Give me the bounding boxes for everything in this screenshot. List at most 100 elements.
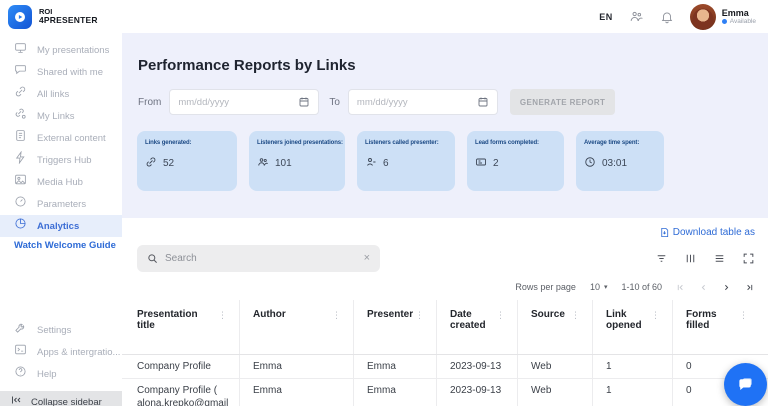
user-menu[interactable]: Emma Available — [689, 3, 756, 30]
sidebar-item-my-links[interactable]: My Links — [0, 105, 122, 127]
to-date-input[interactable] — [356, 96, 477, 108]
status-dot — [721, 19, 727, 25]
question-icon — [14, 365, 27, 383]
sidebar-item-parameters[interactable]: Parameters — [0, 193, 122, 215]
report-header-panel: Performance Reports by Links From To GEN… — [122, 33, 768, 218]
search-box[interactable]: × — [137, 245, 380, 272]
collapse-icon — [10, 393, 22, 406]
avatar[interactable] — [689, 3, 716, 30]
pie-chart-icon — [14, 217, 27, 235]
app-window: ROI 4PRESENTER My presentations Shared w… — [0, 0, 768, 406]
column-menu-icon[interactable]: ⋮ — [651, 309, 660, 322]
to-date-field[interactable] — [347, 89, 498, 115]
chat-bubble-icon — [739, 378, 752, 391]
sidebar-item-my-presentations[interactable]: My presentations — [0, 39, 122, 61]
stat-value: 52 — [163, 158, 175, 169]
sidebar-item-help[interactable]: Help — [0, 363, 122, 385]
first-page-button[interactable] — [676, 283, 685, 292]
clear-search-icon[interactable]: × — [364, 253, 370, 264]
next-page-button[interactable] — [722, 283, 731, 292]
download-file-icon — [661, 227, 668, 238]
user-name: Emma — [721, 7, 749, 18]
download-table-link[interactable]: Download table as — [659, 226, 755, 239]
sidebar-nav: My presentations Shared with me All link… — [0, 39, 122, 237]
brand-name: ROI 4PRESENTER — [39, 7, 98, 26]
column-menu-icon[interactable]: ⋮ — [496, 309, 505, 322]
column-header-link-opened: Link opened ⋮ — [593, 300, 673, 354]
document-icon — [14, 129, 27, 147]
rows-per-page-select[interactable]: 10 ▾ — [590, 282, 608, 292]
stat-card-links-generated: Links generated: 52 — [137, 131, 237, 191]
link-person-icon — [14, 107, 27, 125]
sidebar-item-triggers-hub[interactable]: Triggers Hub — [0, 149, 122, 171]
stat-value: 03:01 — [602, 158, 628, 169]
prev-page-button[interactable] — [699, 283, 708, 292]
column-menu-icon[interactable]: ⋮ — [415, 309, 424, 322]
team-icon[interactable] — [629, 9, 644, 24]
sidebar-item-all-links[interactable]: All links — [0, 83, 122, 105]
date-filter-row: From To GENERATE REPORT — [138, 89, 768, 115]
sidebar-item-media-hub[interactable]: Media Hub — [0, 171, 122, 193]
presentation-icon — [14, 41, 27, 59]
table-toolbar: × — [122, 245, 768, 272]
image-icon — [14, 173, 27, 191]
table-header: Presentation title ⋮ Author ⋮ Presenter ⋮ D… — [122, 300, 768, 355]
table-row[interactable]: Company Profile Emma Emma 2023-09-13 Web… — [122, 355, 768, 379]
pagination: Rows per page 10 ▾ 1-10 of 60 — [122, 272, 768, 292]
sidebar: ROI 4PRESENTER My presentations Shared w… — [0, 0, 122, 406]
stat-value: 6 — [383, 158, 389, 169]
topbar: EN Emma Available — [122, 0, 768, 33]
form-icon — [475, 156, 487, 171]
from-date-field[interactable] — [169, 89, 320, 115]
sidebar-item-apps-integrations[interactable]: Apps & intergratio... — [0, 341, 122, 363]
filter-button[interactable] — [655, 252, 668, 265]
last-page-button[interactable] — [745, 283, 754, 292]
chat-bubble-icon — [14, 63, 27, 81]
logo-play-icon — [8, 5, 32, 29]
sidebar-item-external-content[interactable]: External content — [0, 127, 122, 149]
from-date-input[interactable] — [178, 96, 299, 108]
column-header-author: Author ⋮ — [240, 300, 354, 354]
page-title: Performance Reports by Links — [138, 57, 356, 74]
logo[interactable]: ROI 4PRESENTER — [0, 0, 122, 29]
fullscreen-button[interactable] — [742, 252, 755, 265]
stats-row: Links generated: 52 Listeners joined pre… — [137, 131, 768, 191]
sidebar-item-shared-with-me[interactable]: Shared with me — [0, 61, 122, 83]
columns-view-button[interactable] — [684, 252, 697, 265]
caret-down-icon: ▾ — [603, 284, 608, 291]
rows-view-button[interactable] — [713, 252, 726, 265]
sidebar-item-analytics[interactable]: Analytics — [0, 215, 122, 237]
pagination-range: 1-10 of 60 — [621, 282, 662, 292]
column-header-presentation-title: Presentation title ⋮ — [122, 300, 240, 354]
user-status: Available — [729, 18, 756, 26]
collapse-sidebar-button[interactable]: Collapse sidebar — [0, 391, 122, 406]
generate-report-button[interactable]: GENERATE REPORT — [509, 89, 616, 115]
watch-welcome-guide-link[interactable]: Watch Welcome Guide — [14, 240, 116, 251]
column-header-presenter: Presenter ⋮ — [354, 300, 437, 354]
sidebar-footer: Settings Apps & intergratio... Help — [0, 319, 122, 385]
column-header-date-created: Date created ⋮ — [437, 300, 518, 354]
column-menu-icon[interactable]: ⋮ — [332, 309, 341, 322]
stat-card-listeners-joined: Listeners joined presentations: 101 — [249, 131, 345, 191]
column-header-forms-filled: Forms filled ⋮ — [686, 309, 748, 331]
people-group-icon — [257, 156, 269, 171]
column-menu-icon[interactable]: ⋮ — [739, 309, 748, 322]
table-section: Download table as × Rows per page 10 ▾ — [122, 218, 768, 406]
column-menu-icon[interactable]: ⋮ — [218, 309, 227, 322]
notifications-bell-icon[interactable] — [660, 10, 674, 24]
column-header-source: Source ⋮ — [518, 300, 593, 354]
column-menu-icon[interactable]: ⋮ — [571, 309, 580, 322]
sidebar-item-settings[interactable]: Settings — [0, 319, 122, 341]
table-row[interactable]: Company Profile ( alona.krepko@gmail.com… — [122, 379, 768, 406]
terminal-icon — [14, 343, 27, 361]
rows-per-page-label: Rows per page — [515, 282, 576, 292]
search-input[interactable] — [165, 253, 357, 264]
clock-icon — [584, 156, 596, 171]
link-icon — [14, 85, 27, 103]
language-selector[interactable]: EN — [599, 12, 613, 22]
from-label: From — [138, 96, 162, 108]
search-icon — [148, 254, 157, 263]
link-icon — [145, 156, 157, 171]
stat-card-listeners-called: Listeners called presenter: 6 — [357, 131, 455, 191]
chat-launcher-button[interactable] — [724, 363, 767, 406]
